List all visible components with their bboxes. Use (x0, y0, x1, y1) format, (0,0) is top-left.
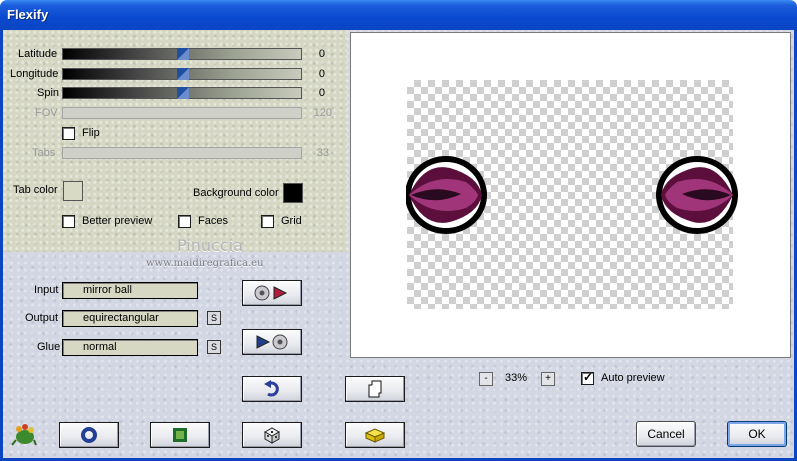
fov-slider (62, 107, 302, 119)
flexify-dialog: Flexify Latitude 0 Longitude 0 Spin 0 FO… (0, 0, 797, 461)
watermark-site: www.maidiregrafica.eu (146, 258, 264, 269)
longitude-label: Longitude (10, 68, 59, 80)
zoom-in-button[interactable]: + (541, 372, 555, 386)
auto-preview-checkbox[interactable]: ✓ (581, 370, 594, 385)
tabs-slider (62, 147, 302, 159)
copy-pages-icon (368, 380, 382, 398)
undo-button[interactable] (242, 376, 302, 402)
background-color-swatch[interactable] (283, 183, 303, 203)
lizard-logo-icon (11, 424, 37, 446)
latitude-label: Latitude (18, 48, 58, 60)
ok-button[interactable]: OK (727, 421, 787, 447)
output-select[interactable]: equirectangular (62, 310, 198, 327)
square-button[interactable] (150, 422, 210, 448)
play-disc-icon (256, 334, 288, 350)
tabs-label: Tabs (32, 147, 56, 159)
watermark-name: Pinuccia (177, 236, 243, 255)
longitude-slider-thumb[interactable] (177, 68, 189, 80)
undo-arrow-icon (264, 380, 279, 397)
latitude-slider-thumb[interactable] (177, 48, 189, 60)
randomize-button[interactable] (242, 422, 302, 448)
ring-icon (81, 427, 97, 443)
faces-checkbox[interactable] (178, 215, 191, 228)
yellow-block-icon (364, 428, 386, 443)
flip-checkbox[interactable] (62, 127, 75, 140)
disc-play-icon (254, 285, 288, 301)
fov-value: 120 (313, 107, 332, 119)
window-title: Flexify (7, 7, 49, 22)
glue-options-button[interactable]: S (207, 340, 221, 354)
spin-slider-thumb[interactable] (177, 87, 189, 99)
input-label: Input (34, 284, 59, 296)
grid-label: Grid (281, 215, 302, 227)
cancel-button[interactable]: Cancel (636, 421, 696, 447)
output-label: Output (25, 312, 59, 324)
input-select[interactable]: mirror ball (62, 282, 198, 299)
zoom-level: 33% (505, 372, 528, 384)
preview-mirror-ball-left (406, 156, 487, 234)
preset-button[interactable] (345, 422, 405, 448)
preview-mirror-ball-right (656, 156, 738, 234)
zoom-out-button[interactable]: - (479, 372, 493, 386)
latitude-slider[interactable] (62, 48, 302, 60)
square-icon (173, 428, 187, 442)
convert-back-button[interactable] (242, 329, 302, 355)
copy-button[interactable] (345, 376, 405, 402)
check-mark-icon: ✓ (583, 370, 594, 384)
circle-button[interactable] (59, 422, 119, 448)
better-preview-label: Better preview (82, 215, 153, 227)
auto-preview-label: Auto preview (601, 372, 665, 384)
tab-color-label: Tab color (13, 184, 58, 196)
convert-forward-button[interactable] (242, 280, 302, 306)
title-bar[interactable]: Flexify (0, 0, 797, 30)
glue-label: Glue (37, 341, 61, 353)
faces-label: Faces (198, 215, 228, 227)
longitude-slider[interactable] (62, 68, 302, 80)
fov-label: FOV (35, 107, 58, 119)
dice-icon (263, 427, 281, 444)
output-options-button[interactable]: S (207, 311, 221, 325)
spin-slider[interactable] (62, 87, 302, 99)
latitude-value: 0 (318, 48, 325, 60)
spin-value: 0 (318, 87, 325, 99)
longitude-value: 0 (318, 68, 325, 80)
flip-label: Flip (82, 127, 100, 139)
grid-checkbox[interactable] (261, 215, 274, 228)
glue-select[interactable]: normal (62, 339, 198, 356)
spin-label: Spin (37, 87, 60, 99)
background-color-label: Background color (193, 187, 279, 199)
tabs-value: 33 (316, 147, 329, 159)
better-preview-checkbox[interactable] (62, 215, 75, 228)
tab-color-swatch[interactable] (63, 181, 83, 201)
